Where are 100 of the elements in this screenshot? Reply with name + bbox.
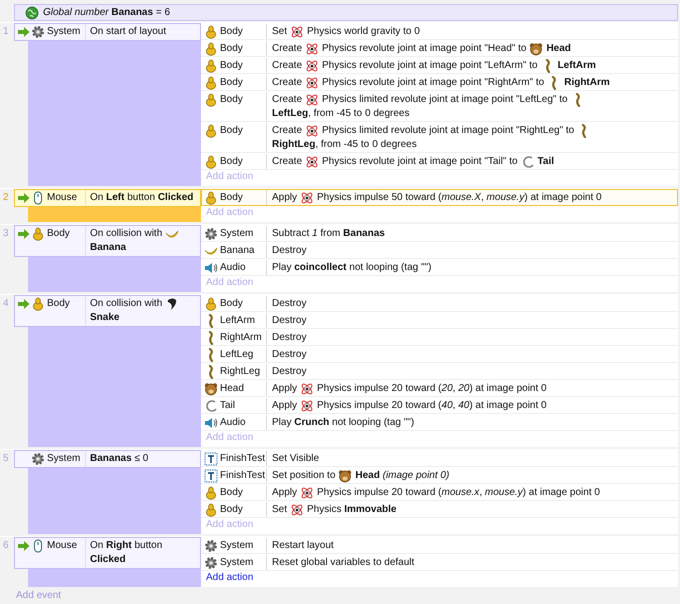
action-text: Physics impulse 20 toward (20, 20) at image point 0	[317, 382, 547, 396]
action-row[interactable]: LeftArm Destroy	[201, 312, 678, 329]
object-name: Body	[220, 155, 243, 169]
action-text: Create	[272, 93, 302, 107]
action-row[interactable]: Body Destroy	[201, 295, 678, 312]
pear-icon	[31, 227, 45, 241]
object-name: System	[47, 25, 80, 39]
atom-icon	[290, 25, 304, 39]
atom-icon	[290, 503, 304, 517]
gear-icon	[204, 539, 218, 553]
condition-text: On start of layout	[90, 25, 166, 39]
pear-icon	[204, 42, 218, 56]
action-row[interactable]: Head Apply Physics impulse 20 toward (20, 20) at image point 0	[201, 380, 678, 397]
condition-row[interactable]: System On start of layout	[14, 23, 201, 41]
action-text: Set	[272, 25, 288, 39]
object-name: Audio	[220, 261, 246, 275]
pear-icon	[204, 59, 218, 73]
object-name: Banana	[220, 244, 254, 258]
pear-icon	[204, 297, 218, 311]
action-text: Physics impulse 50 toward (mouse.X, mouse.y) at image point 0	[317, 191, 602, 205]
action-row[interactable]: FinishTest Set position to Head (image point 0)	[201, 467, 678, 484]
object-name: LeftLeg	[220, 348, 254, 362]
action-row[interactable]: System Subtract 1 from Bananas	[201, 225, 678, 242]
mouse-icon	[31, 539, 45, 553]
global-variable-row[interactable]: Global number Bananas = 6	[14, 4, 678, 21]
atom-icon	[305, 42, 320, 56]
bear-icon	[338, 469, 352, 483]
event-number: 1	[2, 25, 10, 39]
action-row[interactable]: Audio Play Crunch not looping (tag "")	[201, 414, 678, 431]
action-row[interactable]: System Restart layout	[201, 537, 678, 554]
action-text: Set Visible	[272, 452, 320, 466]
action-row[interactable]: Body Set Physics Immovable	[201, 501, 678, 518]
curl-icon	[520, 155, 535, 169]
condition-text: On collision with	[90, 227, 162, 241]
action-row[interactable]: RightLeg Destroy	[201, 363, 678, 380]
action-text: LeftArm	[558, 59, 596, 73]
action-row[interactable]: Banana Destroy	[201, 242, 678, 259]
action-row[interactable]: Body Create Physics revolute joint at image point "Tail" to Tail	[201, 153, 678, 170]
event-number: 2	[2, 191, 10, 205]
condition-row[interactable]: Body On collision with Banana	[14, 225, 201, 257]
action-row[interactable]: Body Create Physics revolute joint at image point "LeftArm" to LeftArm	[201, 57, 678, 74]
bear-icon	[204, 382, 218, 396]
object-name: Body	[220, 93, 243, 107]
action-text: Play Crunch not looping (tag "")	[272, 416, 414, 430]
action-row[interactable]: Body Apply Physics impulse 50 toward (mouse.X, mouse.y) at image point 0	[201, 189, 678, 206]
action-text: Play coincollect not looping (tag "")	[272, 261, 432, 275]
event-number: 5	[2, 452, 10, 466]
action-row[interactable]: FinishTest Set Visible	[201, 450, 678, 467]
atom-icon	[305, 155, 320, 169]
event-number: 4	[2, 297, 10, 311]
action-row[interactable]: Body Create Physics revolute joint at image point "Head" to Head	[201, 40, 678, 57]
action-text: Physics revolute joint at image point "Head" to	[322, 42, 526, 56]
object-name: RightLeg	[220, 365, 260, 379]
object-name: Body	[220, 59, 243, 73]
action-text: Destroy	[272, 331, 306, 345]
text-icon	[204, 469, 218, 483]
condition-text: Clicked	[90, 553, 126, 567]
object-name: Audio	[220, 416, 246, 430]
action-row[interactable]: LeftLeg Destroy	[201, 346, 678, 363]
event-number: 3	[2, 227, 10, 241]
object-name: System	[220, 539, 254, 553]
action-text: Create	[272, 59, 302, 73]
condition-row[interactable]: Mouse On Left button Clicked	[14, 189, 201, 207]
object-name: Head	[220, 382, 244, 396]
globe-icon	[25, 6, 39, 20]
action-row[interactable]: Body Create Physics limited revolute joint at image point "RightLeg" to RightLeg, from -45 to 0 degrees	[201, 122, 678, 153]
action-row[interactable]: Body Create Physics limited revolute joint at image point "LeftLeg" to LeftLeg, from -45 to 0 degrees	[201, 91, 678, 122]
condition-text: Bananas ≤ 0	[90, 452, 148, 466]
object-name: Body	[220, 25, 243, 39]
speaker-icon	[204, 261, 218, 275]
pear-icon	[204, 503, 218, 517]
action-row[interactable]: System Reset global variables to default	[201, 554, 678, 571]
global-variable-text: Global number Bananas = 6	[43, 7, 170, 18]
action-row[interactable]: Body Set Physics world gravity to 0	[201, 23, 678, 40]
add-action-link[interactable]: Add action	[206, 572, 254, 583]
action-text: 0 degrees	[365, 107, 410, 121]
object-name: Body	[220, 503, 243, 517]
condition-row[interactable]: Mouse On Right button Clicked	[14, 537, 201, 569]
action-text: Create	[272, 155, 302, 169]
condition-text: On collision with	[90, 297, 162, 311]
action-row[interactable]: Tail Apply Physics impulse 20 toward (40, 40) at image point 0	[201, 397, 678, 414]
condition-row[interactable]: Body On collision with Snake	[14, 295, 201, 327]
action-row[interactable]: RightArm Destroy	[201, 329, 678, 346]
action-row[interactable]: Audio Play coincollect not looping (tag "")	[201, 259, 678, 276]
atom-icon	[300, 382, 314, 396]
action-text: LeftLeg, from -45 to	[272, 107, 362, 121]
action-text: Destroy	[272, 365, 306, 379]
pear-icon	[204, 25, 218, 39]
action-row[interactable]: Body Apply Physics impulse 20 toward (mouse.x, mouse.y) at image point 0	[201, 484, 678, 501]
condition-row[interactable]: System Bananas ≤ 0	[14, 450, 201, 468]
action-text: Physics revolute joint at image point "LeftArm" to	[322, 59, 538, 73]
action-text: RightLeg, from -45 to	[272, 138, 370, 152]
action-text: Physics limited revolute joint at image point "RightLeg" to	[322, 124, 574, 138]
action-text: Apply	[272, 399, 298, 413]
action-text: Tail	[538, 155, 554, 169]
action-row[interactable]: Body Create Physics revolute joint at image point "RightArm" to RightArm	[201, 74, 678, 91]
action-text: Head (image point 0)	[355, 469, 450, 483]
action-text: 0 degrees	[372, 138, 417, 152]
action-text: Physics impulse 20 toward (mouse.x, mouse.y) at image point 0	[317, 486, 600, 500]
pear-icon	[204, 486, 218, 500]
